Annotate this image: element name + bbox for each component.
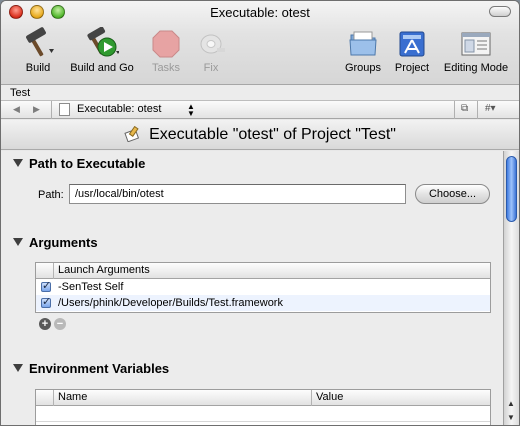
bandage-icon [194, 27, 228, 59]
popup-arrows-icon[interactable]: ▲ ▼ [187, 103, 195, 118]
bookmarks-menu-icon[interactable]: #▾ [485, 103, 496, 114]
fix-button[interactable]: Fix [191, 27, 231, 74]
split-view-icon[interactable]: ⧉ [461, 103, 468, 114]
remove-argument-button[interactable]: − [54, 318, 66, 330]
editing-mode-icon [459, 27, 493, 59]
column-divider [53, 263, 54, 279]
title-bar: Executable: otest [1, 1, 519, 23]
table-row[interactable] [36, 406, 490, 422]
disclosure-triangle-icon[interactable] [13, 159, 23, 167]
column-divider [53, 390, 54, 406]
project-button[interactable]: Project [390, 27, 434, 74]
toolbar: Build Build and Go Tasks Fix Groups Proj… [1, 25, 519, 83]
argument-checkbox[interactable] [41, 295, 51, 308]
tasks-label: Tasks [151, 62, 181, 74]
app-icon [395, 27, 429, 59]
vertical-scrollbar[interactable]: ▲ ▼ [503, 151, 519, 425]
build-and-go-icon [85, 26, 120, 59]
scroll-thumb[interactable] [506, 156, 517, 222]
executable-info-window: Executable: otest Build Build and Go Tas… [0, 0, 520, 426]
path-section-title: Path to Executable [29, 156, 146, 171]
arguments-section-title: Arguments [29, 235, 98, 250]
env-table: Name Value [35, 389, 491, 425]
choose-button[interactable]: Choose... [415, 184, 490, 204]
executable-icon [124, 125, 140, 143]
add-argument-button[interactable]: + [39, 318, 51, 330]
value-column[interactable]: Value [316, 391, 343, 403]
hammer-icon [21, 27, 55, 59]
tasks-button[interactable]: Tasks [144, 27, 188, 74]
build-label: Build [25, 62, 51, 74]
editing-mode-label: Editing Mode [443, 62, 509, 74]
scroll-up-arrow-icon[interactable]: ▲ [507, 399, 515, 408]
window-title: Executable: otest [210, 5, 310, 20]
build-button[interactable]: Build [13, 27, 63, 74]
path-label: Path: [38, 189, 64, 201]
folder-icon [346, 27, 380, 59]
arguments-table: Launch Arguments -SenTest Self /Users/ph… [35, 262, 491, 313]
stop-sign-icon [149, 27, 183, 59]
disclosure-triangle-icon[interactable] [13, 364, 23, 372]
groups-button[interactable]: Groups [341, 27, 385, 74]
forward-arrow-icon[interactable]: ▶ [33, 104, 40, 115]
disclosure-triangle-icon[interactable] [13, 238, 23, 246]
argument-add-remove: + − [39, 318, 69, 330]
breadcrumb: Test [1, 85, 519, 101]
argument-checkbox[interactable] [41, 279, 51, 292]
header-title: Executable "otest" of Project "Test" [149, 126, 396, 143]
table-row[interactable]: /Users/phink/Developer/Builds/Test.frame… [36, 295, 490, 311]
name-column[interactable]: Name [58, 391, 87, 403]
nav-separator-right2 [477, 101, 478, 119]
document-icon [59, 103, 70, 116]
window-chrome: Executable: otest Build Build and Go Tas… [1, 1, 519, 85]
argument-text[interactable]: /Users/phink/Developer/Builds/Test.frame… [58, 297, 283, 309]
editing-mode-button[interactable]: Editing Mode [438, 27, 514, 74]
arguments-table-header: Launch Arguments [36, 263, 490, 279]
project-label: Project [394, 62, 430, 74]
path-field[interactable]: /usr/local/bin/otest [69, 184, 406, 204]
navigation-bar: ◀ ▶ Executable: otest ▲ ▼ ⧉ #▾ [1, 101, 519, 119]
table-row[interactable]: -SenTest Self [36, 279, 490, 295]
groups-label: Groups [344, 62, 382, 74]
arguments-section-disclosure[interactable]: Arguments [13, 235, 98, 250]
argument-text[interactable]: -SenTest Self [58, 281, 123, 293]
nav-separator-right [454, 101, 455, 119]
build-and-go-button[interactable]: Build and Go [65, 26, 139, 74]
env-table-header: Name Value [36, 390, 490, 406]
launch-arguments-column[interactable]: Launch Arguments [58, 264, 150, 276]
build-and-go-label: Build and Go [70, 62, 134, 74]
scroll-down-arrow-icon[interactable]: ▼ [507, 413, 515, 422]
column-divider [311, 390, 312, 406]
env-section-disclosure[interactable]: Environment Variables [13, 361, 169, 376]
toolbar-toggle-button[interactable] [489, 6, 511, 17]
back-arrow-icon[interactable]: ◀ [13, 104, 20, 115]
inspector-header: Executable "otest" of Project "Test" [1, 120, 519, 150]
path-section-disclosure[interactable]: Path to Executable [13, 156, 145, 171]
file-popup-label[interactable]: Executable: otest [77, 103, 161, 115]
inspector-content: Path to Executable Path: /usr/local/bin/… [1, 151, 503, 425]
env-section-title: Environment Variables [29, 361, 170, 376]
fix-label: Fix [203, 62, 219, 74]
nav-separator [51, 101, 52, 119]
